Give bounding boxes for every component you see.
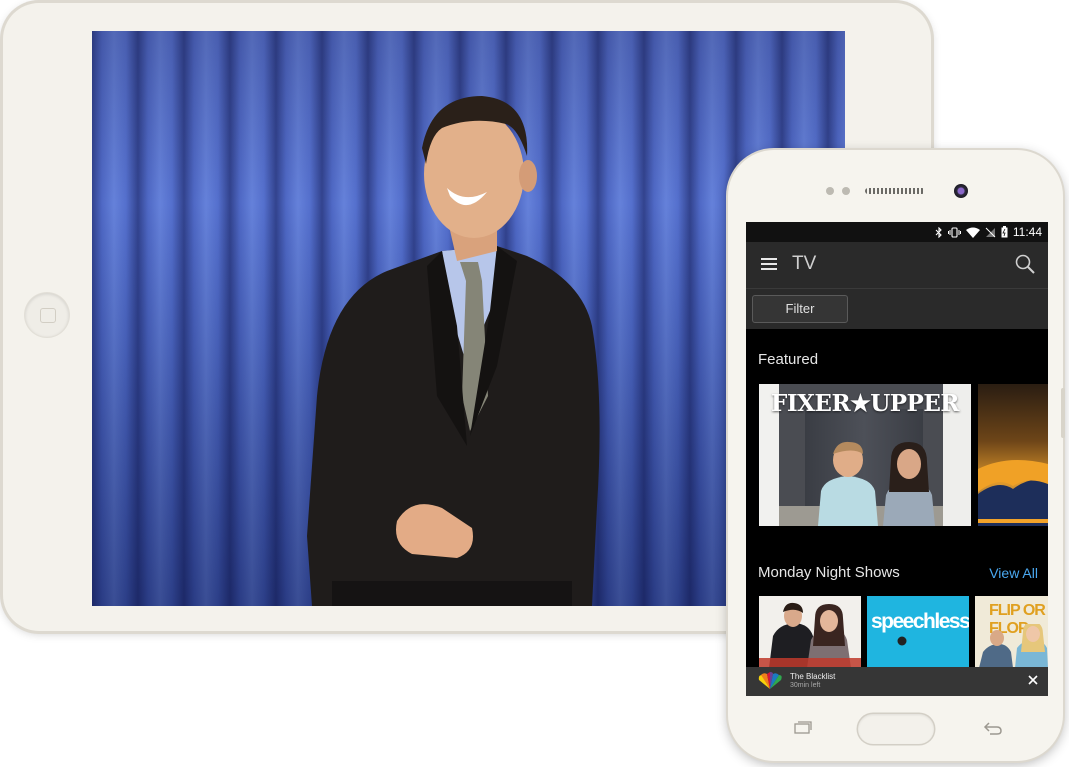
host-woman-figure xyxy=(883,442,935,526)
close-icon[interactable] xyxy=(1028,675,1038,685)
now-playing-bar[interactable]: The Blacklist 30min left xyxy=(746,667,1048,696)
featured-card-title: FIXER★UPPER xyxy=(771,390,960,417)
featured-heading: Featured xyxy=(758,351,819,368)
now-playing-title: The Blacklist xyxy=(790,672,836,681)
phone-device: 11:44 TV Filter Featured FIXER★UPPER Mon… xyxy=(728,150,1065,761)
featured-card-next[interactable] xyxy=(978,384,1048,526)
vibrate-icon xyxy=(947,226,961,238)
status-time: 11:44 xyxy=(1012,225,1042,239)
search-icon[interactable] xyxy=(1014,253,1036,275)
back-icon[interactable] xyxy=(983,720,1003,736)
host-figure xyxy=(307,96,600,606)
show-tile-title: speechless xyxy=(871,610,969,633)
monday-shows-heading: Monday Night Shows xyxy=(758,564,900,581)
hamburger-menu-icon[interactable] xyxy=(761,257,777,271)
phone-power-button[interactable] xyxy=(1061,388,1065,438)
featured-card-fixer-upper[interactable]: FIXER★UPPER xyxy=(759,384,971,526)
phone-screen: 11:44 TV Filter Featured FIXER★UPPER Mon… xyxy=(746,222,1048,696)
abc-logo-icon xyxy=(897,636,907,646)
status-bar: 11:44 xyxy=(746,222,1048,242)
phone-home-button[interactable] xyxy=(858,714,934,744)
front-camera xyxy=(954,184,968,198)
wifi-icon xyxy=(965,227,980,238)
show-tile-flip-or-flop[interactable]: FLIP OR FLOP xyxy=(975,596,1048,668)
earpiece-speaker xyxy=(865,188,925,194)
show-tile-speechless[interactable]: speechless xyxy=(867,596,969,668)
host-man-figure xyxy=(818,441,878,526)
app-bar: TV xyxy=(746,242,1048,288)
now-playing-time-left: 30min left xyxy=(790,682,821,689)
tablet-home-button[interactable] xyxy=(25,293,69,337)
battery-icon xyxy=(1001,226,1008,238)
show-tile-notorious[interactable] xyxy=(759,596,861,668)
proximity-sensor xyxy=(826,187,834,195)
app-title: TV xyxy=(792,253,817,274)
light-sensor xyxy=(842,187,850,195)
nbc-peacock-icon xyxy=(758,672,782,689)
filter-bar: Filter xyxy=(746,288,1048,329)
view-all-link[interactable]: View All xyxy=(989,565,1038,581)
filter-button[interactable]: Filter xyxy=(752,295,848,323)
recent-apps-icon[interactable] xyxy=(794,721,812,734)
bluetooth-icon xyxy=(935,226,942,238)
no-signal-icon xyxy=(985,227,996,237)
